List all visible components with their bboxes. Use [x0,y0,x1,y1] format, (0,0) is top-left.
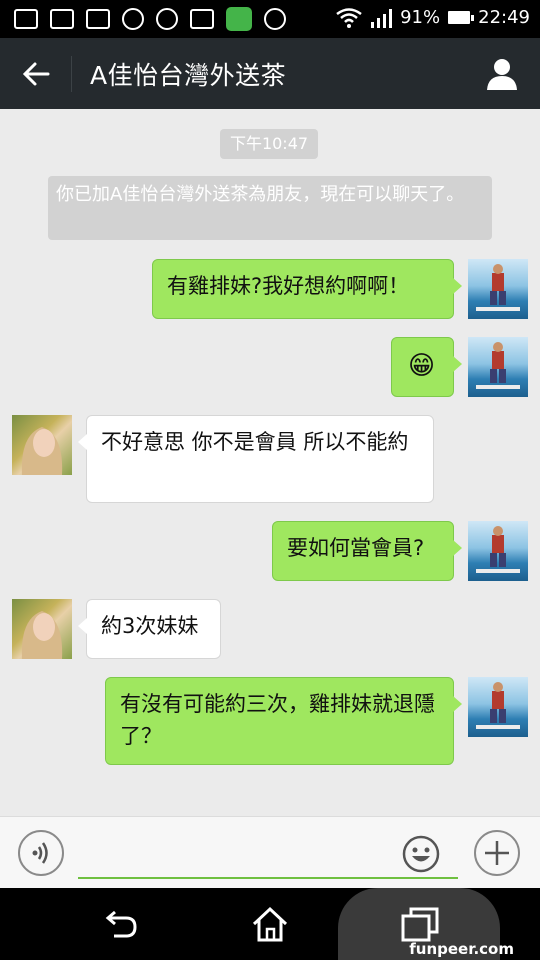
back-icon [105,910,137,938]
plus-icon [485,841,509,865]
gmail-icon [86,9,110,29]
message-bubble-sent[interactable]: 要如何當會員? [272,521,462,581]
my-avatar[interactable] [468,677,528,737]
chat-header: A佳怡台灣外送茶 [0,38,540,109]
home-icon [252,906,288,942]
my-avatar[interactable] [468,521,528,581]
clock: 22:49 [478,7,530,28]
podcast-icon [156,8,178,30]
my-avatar[interactable] [468,337,528,397]
voice-button[interactable] [18,830,64,876]
gallery-icon [50,9,74,29]
emoji-button[interactable] [402,835,440,873]
grinning-emoji-icon: 😁 [408,351,436,381]
surfer-avatar-icon [476,682,520,729]
input-bar [0,816,540,889]
voice-icon [32,842,48,864]
smiley-icon [402,835,440,873]
recent-apps-icon [401,907,439,942]
line-app-icon [226,7,252,31]
message-bubble-sent[interactable]: 有雞排妹?我好想約啊啊！ [152,259,462,319]
watermark: funpeer.com [409,940,514,958]
battery-percent: 91% [400,7,441,28]
alarm-icon [264,8,286,30]
woman-avatar-icon [21,611,63,659]
arrow-left-icon [22,62,50,86]
person-icon [487,59,517,90]
mail-icon [190,9,214,29]
surfer-avatar-icon [476,342,520,389]
my-avatar[interactable] [468,259,528,319]
chat-area[interactable]: 下午10:47 你已加A佳怡台灣外送茶為朋友，現在可以聊天了。 有雞排妹?我好想… [0,109,540,816]
message-text: 有雞排妹?我好想約啊啊！ [167,274,410,298]
woman-avatar-icon [21,427,63,475]
message-text: 約3次妹妹 [101,614,199,638]
status-bar: 91% 22:49 [0,0,540,38]
nav-back-button[interactable] [100,904,140,944]
nav-recent-apps-button[interactable] [400,904,440,944]
surfer-avatar-icon [476,264,520,311]
message-bubble-sent[interactable]: 有沒有可能約三次，雞排妹就退隱了？ [105,677,462,765]
contact-info-button[interactable] [484,56,520,92]
back-button[interactable] [18,56,54,92]
podcast-icon [122,8,144,30]
contact-avatar[interactable] [12,599,72,659]
message-bubble-received[interactable]: 不好意思 你不是會員 所以不能約 [78,415,434,503]
more-options-button[interactable] [474,830,520,876]
message-bubble-sent[interactable]: 😁 [391,337,462,397]
system-nav-bar: funpeer.com [0,888,540,960]
contact-avatar[interactable] [12,415,72,475]
notification-icon [14,9,38,29]
message-bubble-received[interactable]: 約3次妹妹 [78,599,221,659]
battery-icon [448,11,475,24]
header-divider [71,56,72,92]
system-message: 你已加A佳怡台灣外送茶為朋友，現在可以聊天了。 [48,176,492,240]
timestamp: 下午10:47 [220,129,318,159]
surfer-avatar-icon [476,526,520,573]
message-text: 不好意思 你不是會員 所以不能約 [101,430,409,454]
message-input[interactable] [78,829,458,879]
nav-home-button[interactable] [250,904,290,944]
message-text: 要如何當會員? [287,536,425,560]
message-text: 有沒有可能約三次，雞排妹就退隱了？ [120,692,435,748]
wifi-icon [336,7,362,28]
signal-icon [371,8,393,28]
chat-title: A佳怡台灣外送茶 [90,61,287,90]
